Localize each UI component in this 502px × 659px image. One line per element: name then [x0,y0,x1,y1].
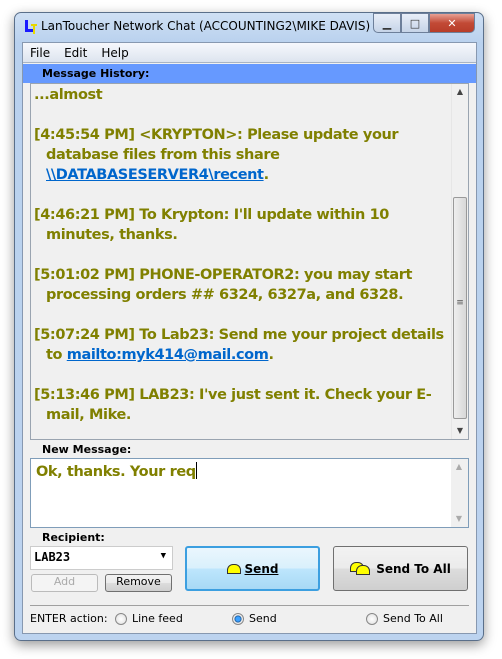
remove-button[interactable]: Remove [105,574,172,592]
history-scrollbar[interactable]: ▲ ≡ ▼ [451,84,468,439]
radio-line-feed[interactable]: Line feed [115,612,183,625]
chevron-down-icon[interactable]: ▼ [161,551,166,561]
new-message-scrollbar[interactable]: ▲ ▼ [451,459,468,527]
share-link[interactable]: \\DATABASESERVER4\recent [46,167,264,183]
scroll-up-icon[interactable]: ▲ [451,459,467,475]
divider [30,605,469,606]
history-message: [5:13:46 PM] LAB23: I've just sent it. C… [34,387,432,423]
maximize-button[interactable]: □ [401,13,429,33]
envelopes-icon [350,561,372,576]
app-window: LanToucher Network Chat (ACCOUNTING2\MIK… [14,12,484,641]
scroll-down-icon[interactable]: ▼ [452,423,468,439]
client-area: File Edit Help Message History: ...almos… [22,42,477,634]
recipient-combo[interactable]: LAB23 ▼ [30,546,173,570]
email-link[interactable]: mailto:myk414@mail.com [67,347,269,363]
app-logo-icon [25,20,37,34]
new-message-label: New Message: [42,443,132,456]
scroll-thumb[interactable]: ≡ [453,197,467,419]
history-message: [4:45:54 PM] <KRYPTON>: Please update yo… [34,127,399,183]
menu-help[interactable]: Help [94,46,135,60]
radio-send-to-all[interactable]: Send To All [366,612,443,625]
history-message: [5:01:02 PM] PHONE-OPERATOR2: you may st… [34,267,412,303]
menu-bar: File Edit Help [23,43,476,63]
scroll-up-icon[interactable]: ▲ [452,84,468,100]
send-to-all-button[interactable]: Send To All [333,546,468,591]
recipient-label: Recipient: [42,531,105,544]
enter-action-label: ENTER action: [30,612,108,625]
history-message: [4:46:21 PM] To Krypton: I'll update wit… [34,207,389,243]
envelope-icon [226,563,241,574]
menu-edit[interactable]: Edit [57,46,94,60]
history-top-line: ...almost [34,87,103,103]
scroll-down-icon[interactable]: ▼ [451,511,467,527]
message-history[interactable]: ...almost [4:45:54 PM] <KRYPTON>: Please… [30,83,469,440]
add-button[interactable]: Add [31,574,98,592]
history-message: [5:07:24 PM] To Lab23: Send me your proj… [34,327,444,363]
send-button[interactable]: Send [185,546,320,591]
window-title: LanToucher Network Chat (ACCOUNTING2\MIK… [41,19,371,33]
new-message-input[interactable]: Ok, thanks. Your req ▲ ▼ [30,458,469,528]
history-label: Message History: [42,67,150,80]
radio-send[interactable]: Send [232,612,277,625]
menu-file[interactable]: File [23,46,57,60]
minimize-button[interactable]: ▁ [373,13,401,33]
close-button[interactable]: ✕ [429,13,475,33]
